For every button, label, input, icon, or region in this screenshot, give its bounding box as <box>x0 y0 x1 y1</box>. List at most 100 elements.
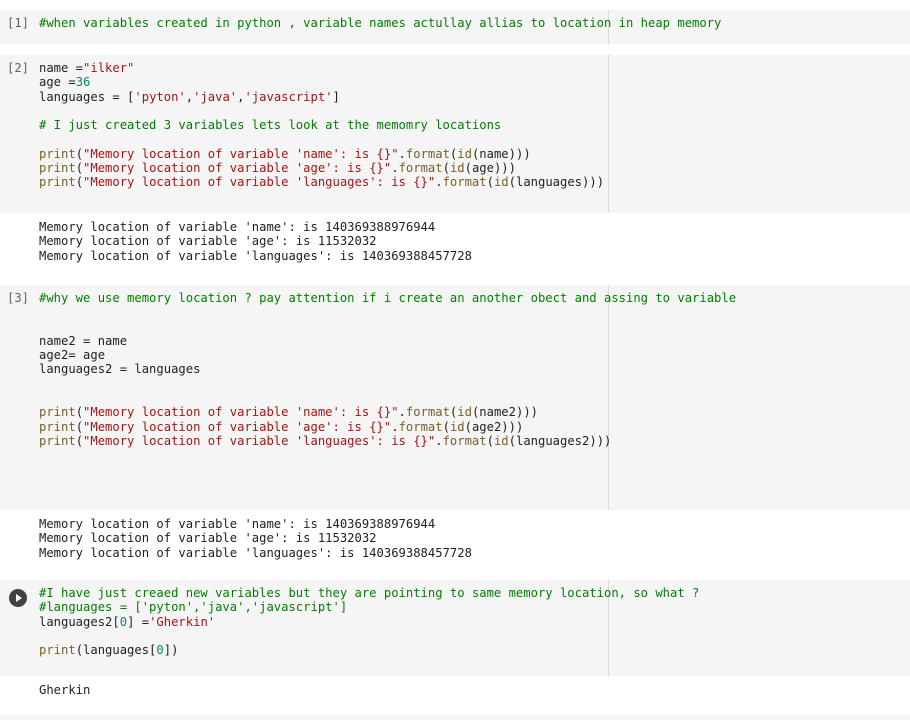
code-token: "ilker" <box>83 61 135 75</box>
code-token: ( <box>442 161 450 176</box>
code-token: "Memory location of variable 'name': is … <box>83 146 399 161</box>
output-area-4: Gherkin <box>0 676 910 710</box>
code-line[interactable] <box>39 132 604 146</box>
code-cell-3[interactable]: [3] #why we use memory location ? pay at… <box>0 285 910 510</box>
code-token: 'java' <box>193 89 238 104</box>
code-line[interactable]: name ="ilker" <box>39 61 604 75</box>
code-token: name2 = name <box>39 333 128 348</box>
code-line[interactable]: # I just created 3 variables lets look a… <box>39 118 604 132</box>
code-editor[interactable]: name ="ilker" age =36 languages = ['pyton'… <box>39 61 604 190</box>
code-token: . <box>391 161 399 176</box>
code-token: id <box>449 419 465 434</box>
code-line[interactable]: print("Memory location of variable 'age'… <box>39 420 736 434</box>
code-token: print <box>39 175 76 190</box>
code-token: ( <box>75 146 84 161</box>
line-length-ruler <box>608 55 609 213</box>
code-line[interactable] <box>39 377 736 391</box>
code-token: name = <box>39 61 84 75</box>
code-token: format <box>398 161 443 176</box>
code-line[interactable]: print("Memory location of variable 'lang… <box>39 175 604 189</box>
code-token: id <box>493 175 509 190</box>
code-token: ( <box>486 175 494 190</box>
output-line: Memory location of variable 'age': is 11… <box>39 531 377 546</box>
code-token: languages = [ <box>39 89 135 104</box>
code-line[interactable] <box>39 305 736 319</box>
code-token: (name2))) <box>471 405 538 420</box>
code-cell-1[interactable]: [1] #when variables created in python , … <box>0 10 910 44</box>
code-token: , <box>185 89 194 104</box>
code-token: id <box>457 146 472 161</box>
code-token: 'pyton' <box>134 89 186 104</box>
code-line[interactable]: age =36 <box>39 75 604 89</box>
code-token: . <box>435 433 443 448</box>
next-cell-edge <box>0 715 910 720</box>
run-cell-button[interactable] <box>9 589 27 607</box>
code-line[interactable] <box>39 104 604 118</box>
code-token: print <box>39 643 76 658</box>
code-token: (languages))) <box>508 175 605 190</box>
output-area-2: Memory location of variable 'name': is 1… <box>0 213 910 273</box>
code-token: #why we use memory location ? pay attent… <box>39 291 737 305</box>
cell-output: Memory location of variable 'name': is 1… <box>39 220 472 263</box>
code-line[interactable] <box>39 629 699 643</box>
code-line[interactable]: age2= age <box>39 348 736 362</box>
code-editor[interactable]: #I have just creaed new variables but th… <box>39 586 699 657</box>
code-line[interactable]: print("Memory location of variable 'lang… <box>39 434 736 448</box>
code-token: ( <box>75 433 84 448</box>
code-line[interactable]: #why we use memory location ? pay attent… <box>39 291 736 305</box>
code-token: format <box>442 175 487 190</box>
code-line[interactable] <box>39 391 736 405</box>
code-editor[interactable]: #when variables created in python , vari… <box>39 16 721 30</box>
code-token: # I just created 3 variables lets look a… <box>39 118 502 133</box>
code-token: 'Gherkin' <box>149 614 216 629</box>
code-line[interactable]: print ( "Memory location of variable 'age'… <box>39 161 604 175</box>
code-line[interactable]: languages2 = languages <box>39 362 736 376</box>
code-token: (name))) <box>471 146 531 161</box>
code-token: (age2))) <box>464 419 524 434</box>
code-token: . <box>391 419 399 434</box>
code-token: languages2[ <box>39 614 120 629</box>
code-token: "Memory location of variable 'age': is {… <box>83 161 392 176</box>
code-cell-2[interactable]: [2] name ="ilker" age =36 languages = ['py… <box>0 55 910 213</box>
code-editor[interactable]: #why we use memory location ? pay attent… <box>39 291 736 448</box>
code-token: ( <box>75 405 84 420</box>
code-line[interactable]: languages2[0] ='Gherkin' <box>39 615 699 629</box>
code-token: #I have just creaed new variables but th… <box>39 586 700 600</box>
cell-output: Memory location of variable 'name': is 1… <box>39 517 472 560</box>
code-token: ( <box>75 419 84 434</box>
code-line[interactable]: print("Memory location of variable 'name… <box>39 147 604 161</box>
code-token: id <box>493 433 509 448</box>
code-token: 0 <box>119 614 128 629</box>
code-token: id <box>457 405 472 420</box>
code-token: format <box>405 146 450 161</box>
cell-output: Gherkin <box>39 683 90 697</box>
code-token: print <box>39 146 76 161</box>
code-cell-4[interactable]: #I have just creaed new variables but th… <box>0 580 910 676</box>
code-token: "Memory location of variable 'age': is {… <box>83 419 392 434</box>
code-token: print <box>39 419 76 434</box>
code-token: languages2 = languages <box>39 362 201 377</box>
code-line[interactable]: #when variables created in python , vari… <box>39 16 721 30</box>
output-area-3: Memory location of variable 'name': is 1… <box>0 510 910 570</box>
code-token: (languages2))) <box>508 433 612 448</box>
code-token: . <box>435 175 443 190</box>
execution-count: [1] <box>7 16 30 30</box>
output-line: Memory location of variable 'languages':… <box>39 545 472 560</box>
code-token: (languages[ <box>75 643 157 658</box>
code-token: print <box>39 405 76 420</box>
code-line[interactable]: print(languages[0]) <box>39 643 699 657</box>
code-line[interactable]: name2 = name <box>39 334 736 348</box>
execution-count: [3] <box>7 291 30 305</box>
code-token: ( <box>75 175 84 190</box>
output-line: Memory location of variable 'languages':… <box>39 248 472 263</box>
code-line[interactable]: print("Memory location of variable 'name… <box>39 405 736 419</box>
code-token: print <box>39 161 76 176</box>
code-line[interactable]: #I have just creaed new variables but th… <box>39 586 699 600</box>
code-line[interactable]: languages = ['pyton','java','javascript'… <box>39 90 604 104</box>
code-token: format <box>405 405 450 420</box>
code-token: 36 <box>75 75 91 90</box>
code-token: ( <box>442 419 450 434</box>
code-line[interactable]: #languages = ['pyton','java','javascript… <box>39 600 699 614</box>
code-line[interactable] <box>39 320 736 334</box>
code-token: #when variables created in python , vari… <box>39 16 722 30</box>
